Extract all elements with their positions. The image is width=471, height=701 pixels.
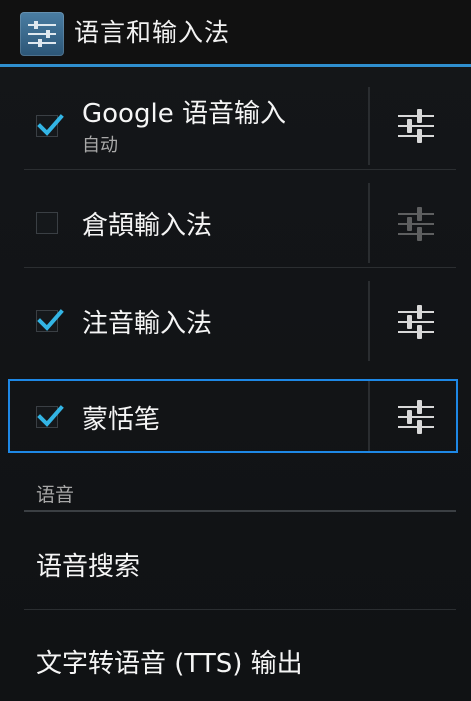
pref-voice-search[interactable]: 语音搜索 <box>24 514 456 610</box>
pref-label: 文字转语音 (TTS) 输出 <box>36 649 303 679</box>
adjust-sliders-icon <box>398 207 434 241</box>
screen: 语言和输入法 Google 语音输入 自动 倉頡輸入法 注音輸入法 蒙恬笔 语音… <box>0 0 471 701</box>
ime-settings-button[interactable] <box>394 300 438 344</box>
ime-checkbox[interactable] <box>36 405 64 428</box>
adjust-sliders-icon <box>398 400 434 434</box>
vertical-divider <box>368 183 370 263</box>
ime-settings-button[interactable] <box>394 395 438 439</box>
ime-label: 倉頡輸入法 <box>82 211 213 241</box>
ime-settings-button[interactable] <box>394 104 438 148</box>
ime-checkbox[interactable] <box>36 114 64 137</box>
ime-settings-button[interactable] <box>394 202 438 246</box>
adjust-sliders-icon <box>398 305 434 339</box>
pref-tts-output[interactable]: 文字转语音 (TTS) 输出 <box>24 611 456 701</box>
ime-row-zhuyin[interactable]: 注音輸入法 <box>24 269 456 366</box>
vertical-divider <box>368 87 370 165</box>
settings-sliders-icon[interactable] <box>20 12 64 56</box>
ime-row-google-voice[interactable]: Google 语音输入 自动 <box>24 73 456 170</box>
vertical-divider <box>368 281 370 361</box>
ime-label: 注音輸入法 <box>82 309 213 339</box>
section-header-speech: 语音 <box>36 484 75 506</box>
checkmark-icon <box>37 405 64 427</box>
row-divider <box>24 267 456 268</box>
checkmark-icon <box>37 309 64 331</box>
ime-row-mengtian[interactable]: 蒙恬笔 <box>8 379 458 453</box>
ime-checkbox[interactable] <box>36 309 64 332</box>
ime-label: Google 语音输入 <box>82 99 286 129</box>
ime-subtitle: 自动 <box>82 135 118 156</box>
checkmark-icon <box>37 114 64 136</box>
page-title: 语言和输入法 <box>74 18 231 47</box>
ime-label: 蒙恬笔 <box>82 405 161 435</box>
pref-label: 语音搜索 <box>36 552 141 582</box>
row-divider <box>24 609 456 610</box>
ime-checkbox[interactable] <box>36 212 58 234</box>
section-divider <box>24 510 456 512</box>
action-bar: 语言和输入法 <box>0 0 471 67</box>
adjust-sliders-icon <box>398 109 434 143</box>
row-divider <box>24 169 456 170</box>
ime-row-cangjie[interactable]: 倉頡輸入法 <box>24 171 456 268</box>
vertical-divider <box>368 381 370 451</box>
